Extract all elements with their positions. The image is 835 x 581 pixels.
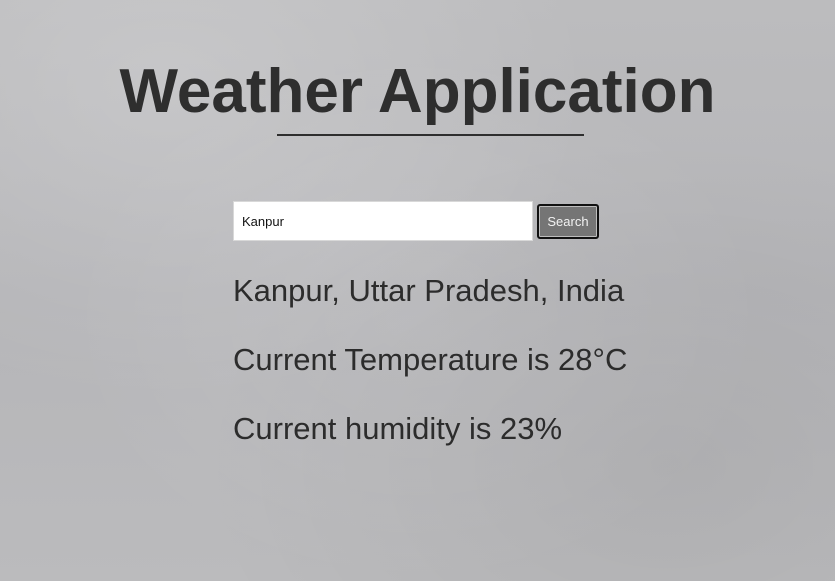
location-text: Kanpur, Uttar Pradesh, India bbox=[233, 273, 625, 308]
humidity-text: Current humidity is 23% bbox=[233, 411, 563, 446]
temperature-text: Current Temperature is 28°C bbox=[233, 342, 628, 377]
search-form: Search bbox=[233, 201, 599, 241]
page-title: Weather Application bbox=[119, 57, 716, 126]
search-button[interactable]: Search bbox=[537, 203, 599, 239]
title-underline bbox=[277, 134, 584, 136]
search-input[interactable] bbox=[233, 201, 533, 241]
